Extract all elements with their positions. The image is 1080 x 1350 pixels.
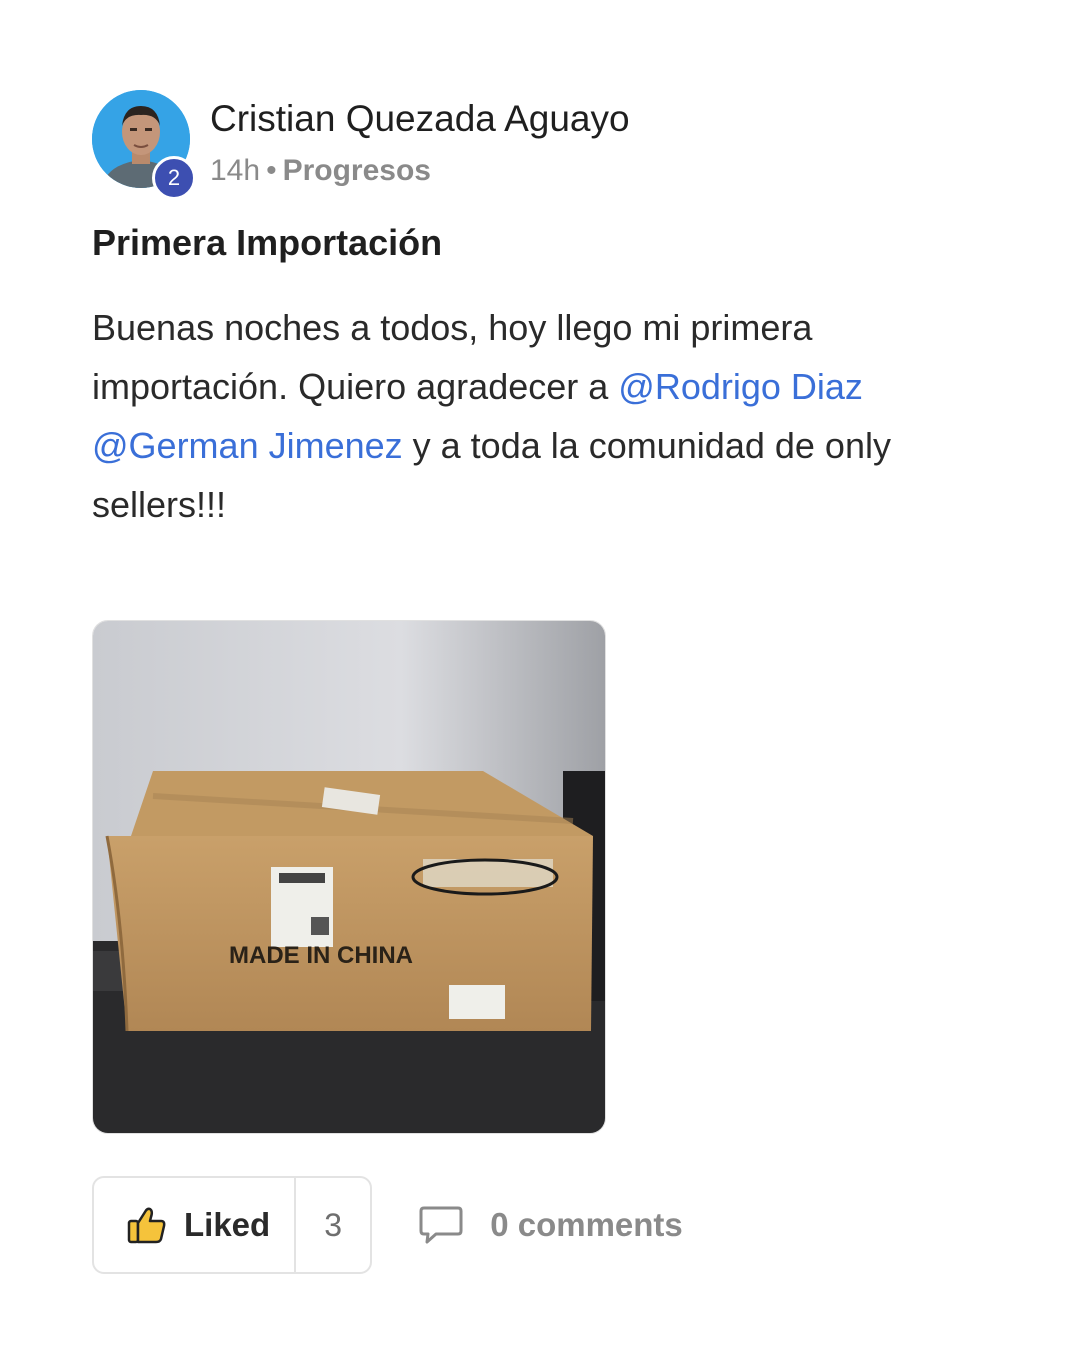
mention-rodrigo-diaz[interactable]: @Rodrigo Diaz bbox=[618, 366, 863, 407]
author-name[interactable]: Cristian Quezada Aguayo bbox=[210, 98, 630, 140]
meta-separator: • bbox=[266, 154, 277, 187]
like-label: Liked bbox=[184, 1206, 271, 1243]
mention-german-jimenez[interactable]: @German Jimenez bbox=[92, 425, 403, 466]
author-avatar[interactable]: 2 bbox=[92, 90, 196, 200]
like-group: Liked 3 bbox=[92, 1176, 373, 1274]
post-image[interactable]: MADE IN CHINA bbox=[92, 620, 606, 1134]
thumbs-up-icon bbox=[127, 1207, 166, 1244]
post-body: Buenas noches a todos, hoy llego mi prim… bbox=[92, 298, 972, 534]
box-photo: MADE IN CHINA bbox=[93, 621, 605, 1133]
like-count[interactable]: 3 bbox=[294, 1178, 370, 1272]
comments-button[interactable]: 0 comments bbox=[418, 1204, 683, 1246]
comments-label: 0 comments bbox=[490, 1206, 683, 1243]
post-meta: 14h • Progresos bbox=[210, 154, 431, 188]
post-card: 2 Cristian Quezada Aguayo 14h • Progresos … bbox=[92, 88, 992, 1274]
post-header: 2 Cristian Quezada Aguayo 14h • Progresos bbox=[92, 88, 992, 200]
comment-icon bbox=[419, 1206, 463, 1244]
post-category[interactable]: Progresos bbox=[283, 154, 431, 187]
level-badge: 2 bbox=[152, 156, 196, 200]
post-title: Primera Importación bbox=[92, 222, 443, 263]
box-printed-text: MADE IN CHINA bbox=[229, 942, 413, 969]
post-time: 14h bbox=[210, 154, 261, 187]
post-actions: Liked 3 0 comments bbox=[92, 1176, 992, 1274]
like-button[interactable]: Liked bbox=[94, 1178, 294, 1272]
